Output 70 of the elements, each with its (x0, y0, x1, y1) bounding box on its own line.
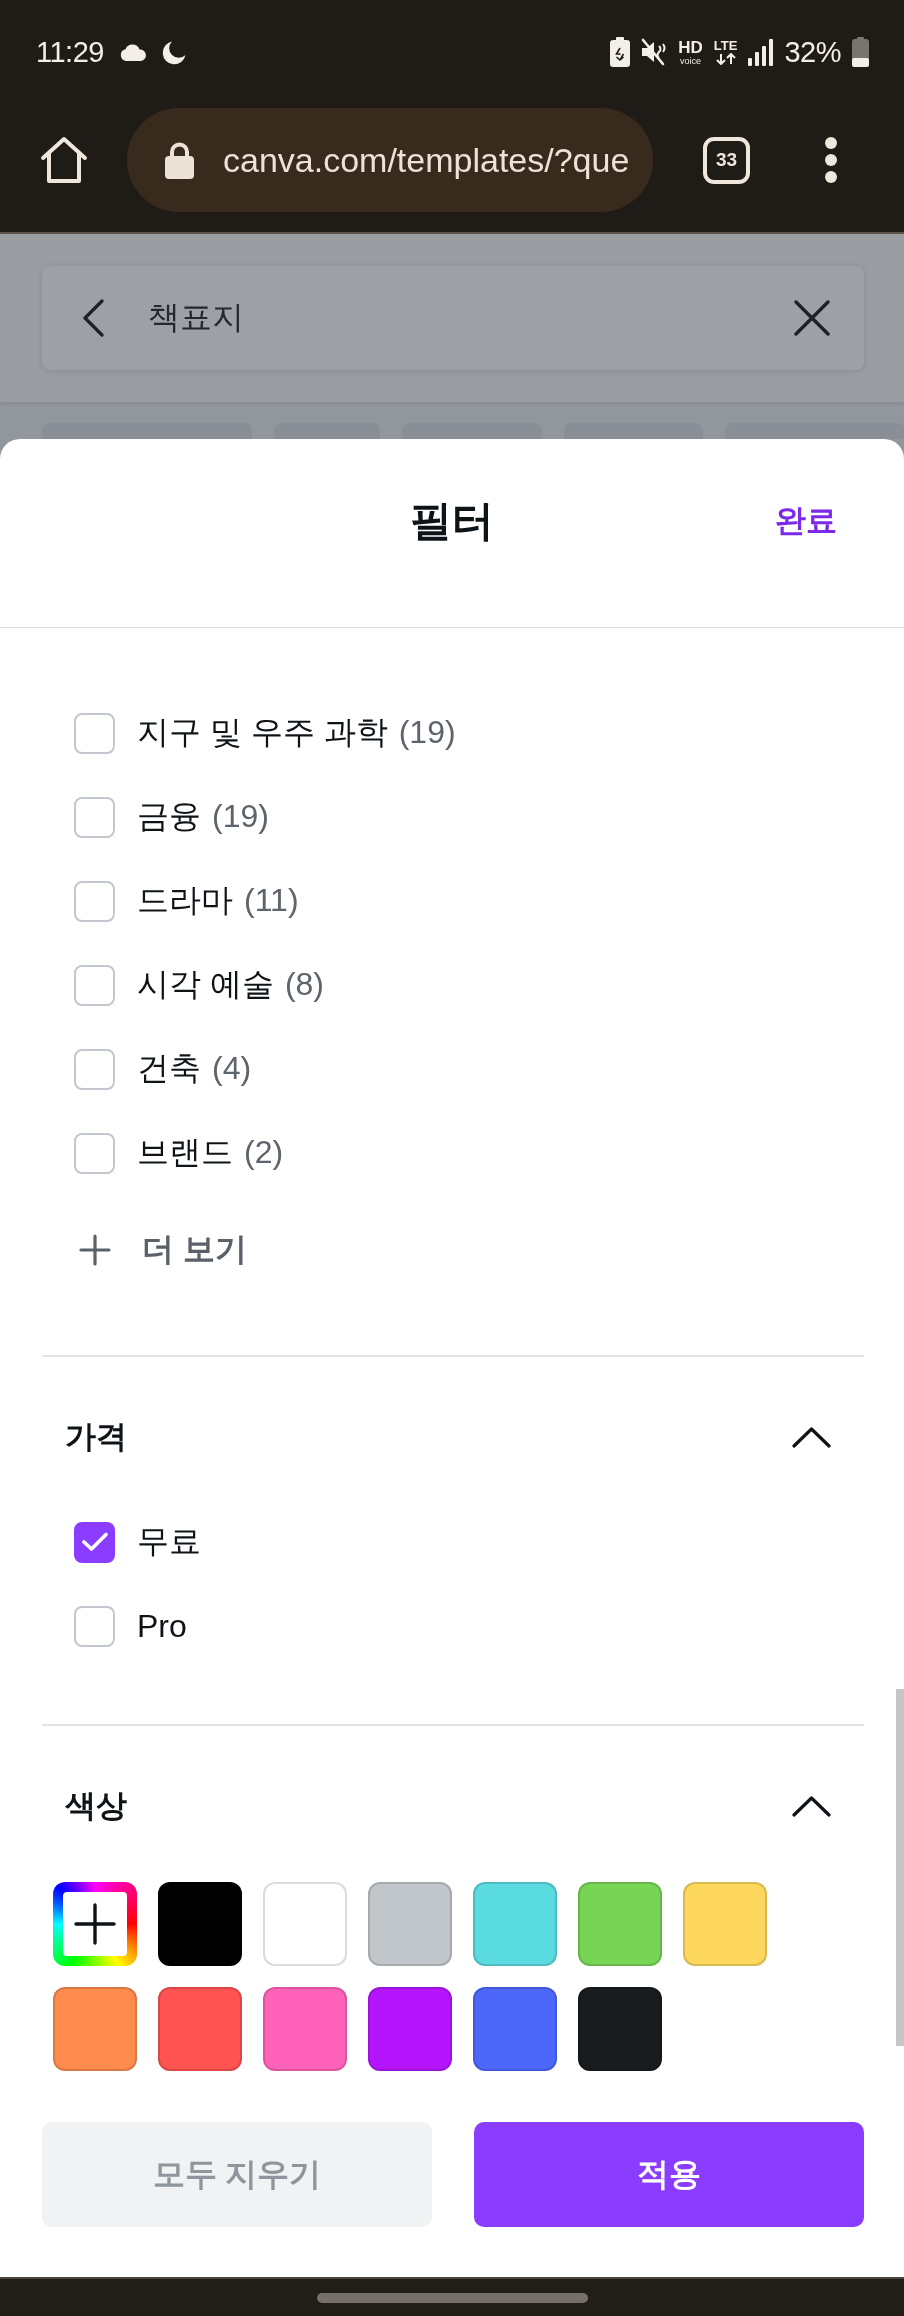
menu-button[interactable] (822, 136, 840, 184)
battery-icon (852, 37, 869, 67)
lte-label: LTE (713, 39, 738, 53)
color-swatch[interactable] (368, 1882, 452, 1966)
color-swatch[interactable] (473, 1882, 557, 1966)
option-label: 지구 및 우주 과학 (137, 713, 388, 752)
done-button[interactable]: 완료 (775, 500, 837, 542)
color-swatch[interactable] (368, 1987, 452, 2071)
check-icon (81, 1532, 108, 1552)
signal-icon (748, 38, 774, 66)
checkbox[interactable] (74, 964, 115, 1006)
tab-count-button[interactable]: 33 (703, 136, 750, 184)
voice-label: voice (680, 55, 702, 66)
home-icon (40, 136, 88, 184)
close-icon (794, 300, 830, 336)
color-swatch[interactable] (578, 1987, 662, 2071)
moon-icon (161, 39, 187, 65)
option-label: 브랜드 (137, 1133, 233, 1172)
clear-search-button[interactable] (794, 300, 830, 336)
checkbox[interactable] (74, 796, 115, 838)
plus-icon (74, 1903, 116, 1945)
section-toggle[interactable]: 색상 (42, 1766, 864, 1846)
data-arrows-icon (714, 53, 737, 65)
checkbox[interactable] (74, 1521, 115, 1563)
url-text: canva.com/templates/?que (223, 140, 630, 180)
chevron-left-icon (82, 299, 104, 337)
apply-button[interactable]: 적용 (474, 2122, 864, 2227)
option-count: (11) (244, 882, 299, 919)
hd-label: HD (678, 38, 703, 56)
option-count: (19) (398, 714, 456, 751)
plus-icon (78, 1234, 111, 1266)
sheet-title: 필터 (410, 496, 494, 546)
back-button[interactable] (82, 299, 104, 337)
more-icon (822, 136, 840, 184)
clock-time: 11:29 (36, 35, 104, 69)
color-swatch[interactable] (53, 1987, 137, 2071)
checkbox[interactable] (74, 1048, 115, 1090)
checkbox[interactable] (74, 712, 115, 754)
show-more-button[interactable]: 더 보기 (74, 1208, 247, 1292)
color-picker-button[interactable] (53, 1882, 137, 1966)
battery-saver-icon (610, 37, 631, 67)
scrollbar-thumb[interactable] (896, 1689, 904, 2046)
option-label: 무료 (137, 1522, 201, 1561)
home-button[interactable] (40, 136, 88, 184)
color-swatch[interactable] (158, 1987, 242, 2071)
battery-percent: 32% (784, 35, 841, 69)
option-count: (4) (212, 1050, 252, 1087)
option-count: (8) (284, 966, 324, 1003)
color-swatch[interactable] (578, 1882, 662, 1966)
checkbox[interactable] (74, 1132, 115, 1174)
checkbox[interactable] (74, 1605, 115, 1647)
option-label: 시각 예술 (137, 965, 274, 1004)
option-label: 금융 (137, 797, 201, 836)
color-swatch[interactable] (263, 1987, 347, 2071)
color-swatch[interactable] (158, 1882, 242, 1966)
option-label: 드라마 (137, 881, 233, 920)
lock-icon (165, 141, 194, 179)
option-count: (2) (244, 1134, 284, 1171)
section-toggle[interactable]: 가격 (42, 1397, 864, 1477)
color-swatch[interactable] (263, 1882, 347, 1966)
option-label: Pro (137, 1607, 187, 1645)
color-swatch[interactable] (473, 1987, 557, 2071)
mute-icon (641, 38, 668, 66)
option-count: (19) (212, 798, 269, 835)
option-label: 건축 (137, 1049, 201, 1088)
color-swatch[interactable] (683, 1882, 767, 1966)
search-input[interactable]: 책표지 (148, 296, 750, 340)
checkbox[interactable] (74, 880, 115, 922)
address-bar[interactable]: canva.com/templates/?que (127, 108, 653, 212)
cloud-icon (118, 43, 147, 61)
